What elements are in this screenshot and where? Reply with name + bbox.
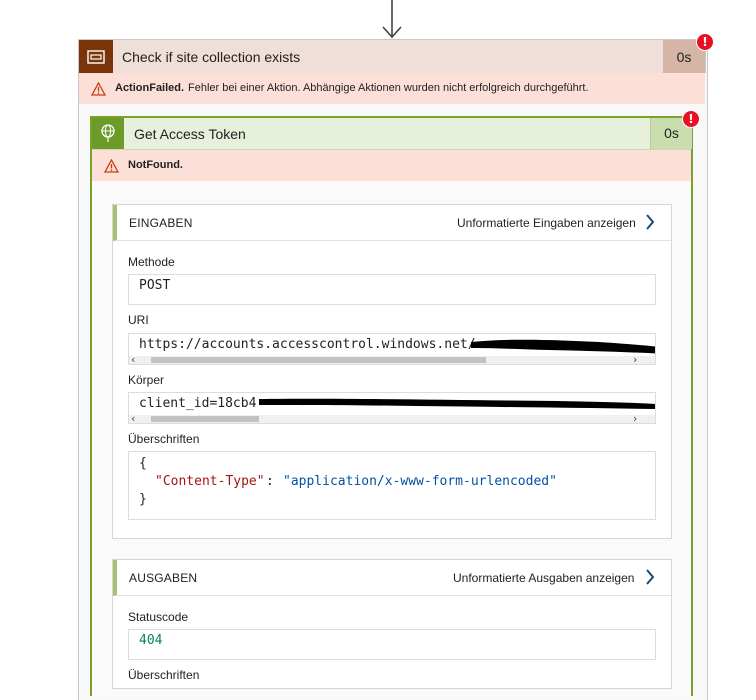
inputs-title: EINGABEN (129, 216, 193, 230)
body-value: client_id=18cb4 (139, 396, 257, 411)
uri-field: https://accounts.accesscontrol.windows.n… (128, 333, 656, 365)
json-colon: : (266, 474, 274, 489)
scrollbar-thumb[interactable] (151, 357, 486, 363)
scroll-left-icon[interactable]: ‹ (131, 412, 135, 423)
redaction-scribble (471, 339, 655, 354)
horizontal-scrollbar[interactable]: ‹ › (129, 412, 655, 423)
redaction-scribble (259, 398, 655, 409)
show-raw-inputs-link[interactable]: Unformatierte Eingaben anzeigen (457, 216, 636, 230)
status-code-value: 404 (139, 633, 163, 648)
outputs-card: AUSGABEN Unformatierte Ausgaben anzeigen… (112, 559, 672, 689)
json-close-brace: } (139, 492, 147, 507)
scroll-left-icon[interactable]: ‹ (131, 353, 135, 364)
scroll-right-icon[interactable]: › (633, 353, 637, 364)
warning-icon (104, 159, 119, 173)
output-headers-label: Überschriften (128, 668, 200, 682)
uri-label: URI (128, 313, 149, 327)
json-value: "application/x-www-form-urlencoded" (283, 474, 557, 489)
inputs-header[interactable]: EINGABEN Unformatierte Eingaben anzeigen (113, 205, 671, 241)
action-title: Check if site collection exists (122, 49, 301, 65)
headers-label: Überschriften (128, 432, 200, 446)
horizontal-scrollbar[interactable]: ‹ › (129, 353, 655, 364)
headers-field: { "Content-Type" : "application/x-www-fo… (128, 451, 656, 520)
outputs-header[interactable]: AUSGABEN Unformatierte Ausgaben anzeigen (113, 560, 671, 596)
error-message-bar: ActionFailed. Fehler bei einer Aktion. A… (79, 73, 705, 104)
error-code: ActionFailed. (115, 82, 185, 94)
error-code: NotFound. (128, 159, 183, 171)
body-field: client_id=18cb4 ‹ › (128, 392, 656, 424)
error-text: Fehler bei einer Aktion. Abhängige Aktio… (188, 82, 589, 94)
chevron-right-icon[interactable] (645, 569, 655, 585)
scroll-right-icon[interactable]: › (633, 412, 637, 423)
json-open-brace: { (139, 456, 147, 471)
action-header-check-site[interactable]: Check if site collection exists 0s (78, 39, 706, 74)
status-code-field: 404 (128, 629, 656, 660)
status-code-label: Statuscode (128, 610, 189, 624)
scope-icon (79, 40, 113, 74)
method-field: POST (128, 274, 656, 305)
action-title: Get Access Token (134, 126, 246, 142)
flow-arrow-icon (382, 0, 402, 39)
body-label: Körper (128, 373, 165, 387)
error-badge-icon: ! (696, 33, 714, 51)
error-badge-icon: ! (682, 110, 700, 128)
warning-icon (91, 82, 106, 96)
scrollbar-thumb[interactable] (151, 416, 259, 422)
method-label: Methode (128, 255, 175, 269)
show-raw-outputs-link[interactable]: Unformatierte Ausgaben anzeigen (453, 571, 634, 585)
http-icon (92, 118, 124, 149)
uri-value: https://accounts.accesscontrol.windows.n… (139, 337, 476, 352)
action-header-get-token[interactable]: Get Access Token 0s (92, 118, 692, 150)
outputs-title: AUSGABEN (129, 571, 198, 585)
chevron-right-icon[interactable] (645, 214, 655, 230)
inputs-card: EINGABEN Unformatierte Eingaben anzeigen… (112, 204, 672, 539)
method-value: POST (139, 278, 171, 293)
json-key: "Content-Type" (155, 474, 265, 489)
error-message-bar: NotFound. (92, 150, 691, 181)
